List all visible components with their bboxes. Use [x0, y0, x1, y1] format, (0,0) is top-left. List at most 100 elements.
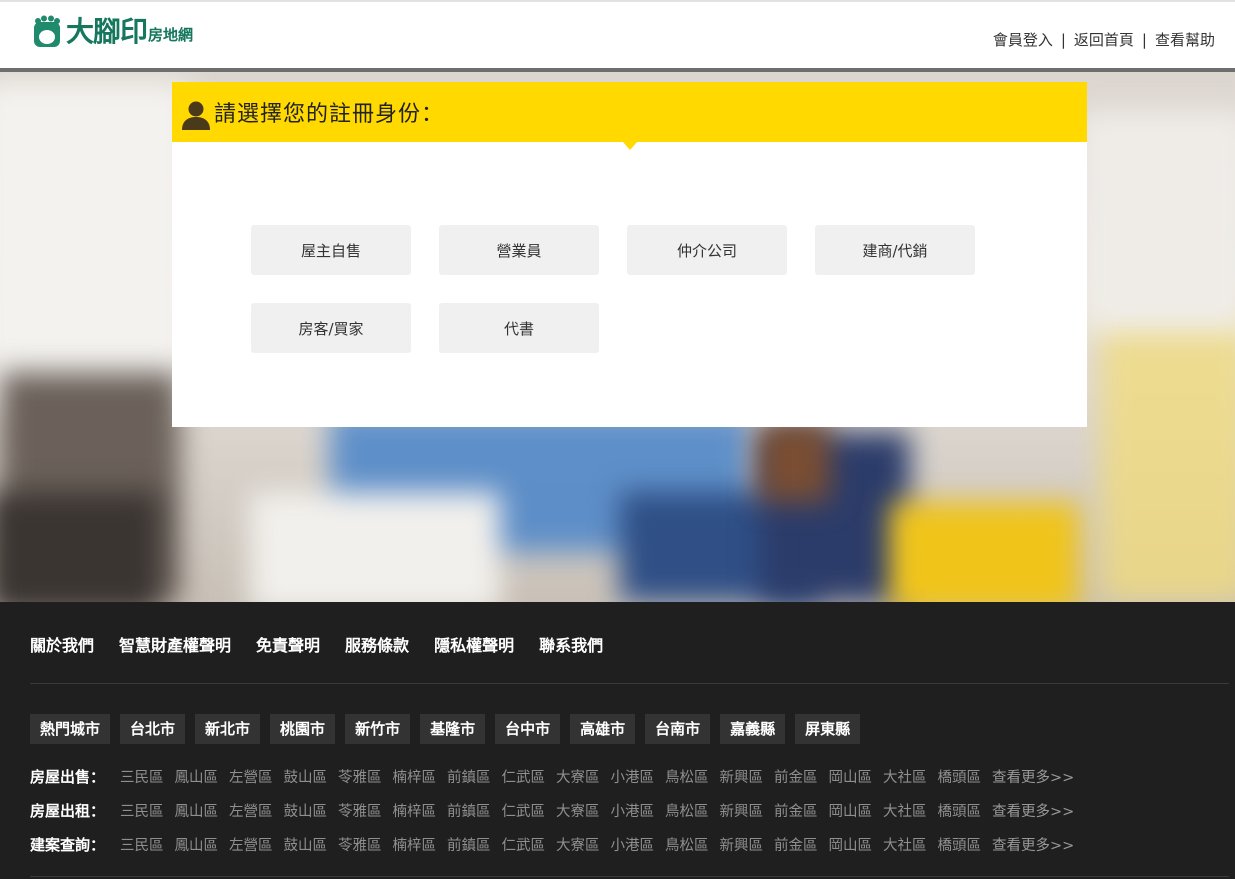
district-link[interactable]: 前鎮區 [447, 766, 491, 787]
district-link[interactable]: 前鎮區 [447, 800, 491, 821]
help-link[interactable]: 查看幫助 [1155, 29, 1215, 50]
footer-link-about[interactable]: 關於我們 [30, 632, 94, 656]
home-link[interactable]: 返回首頁 [1074, 29, 1134, 50]
district-link[interactable]: 橋頭區 [938, 800, 982, 821]
district-link[interactable]: 岡山區 [829, 834, 873, 855]
district-link[interactable]: 鳥松區 [665, 800, 709, 821]
district-link[interactable]: 橋頭區 [938, 834, 982, 855]
city-tag[interactable]: 台北市 [120, 714, 186, 744]
district-link[interactable]: 小港區 [611, 766, 655, 787]
see-more-link[interactable]: 查看更多>> [992, 834, 1074, 855]
city-tag[interactable]: 桃園市 [270, 714, 336, 744]
district-link[interactable]: 仁武區 [502, 766, 546, 787]
background-photo-shape [760, 422, 830, 502]
district-link[interactable]: 鳳山區 [175, 766, 219, 787]
district-link[interactable]: 大社區 [883, 834, 927, 855]
district-link[interactable]: 鼓山區 [284, 766, 328, 787]
district-link[interactable]: 前金區 [774, 800, 818, 821]
city-tag[interactable]: 新竹市 [345, 714, 411, 744]
role-tenant-buyer-button[interactable]: 房客/買家 [251, 303, 411, 353]
background-photo-shape [1080, 112, 1235, 332]
user-icon [182, 101, 210, 130]
role-owner-button[interactable]: 屋主自售 [251, 225, 411, 275]
role-scrivener-button[interactable]: 代書 [439, 303, 599, 353]
background-photo-shape [890, 502, 1080, 602]
district-row-label: 建案查詢： [30, 836, 106, 854]
nav-separator: | [1141, 30, 1147, 49]
city-tag[interactable]: 基隆市 [420, 714, 486, 744]
city-tag[interactable]: 台中市 [495, 714, 561, 744]
site-footer: 關於我們 智慧財產權聲明 免責聲明 服務條款 隱私權聲明 聯系我們 熱門城市 台… [0, 602, 1235, 879]
footer-link-ip[interactable]: 智慧財產權聲明 [119, 632, 231, 656]
district-link[interactable]: 鳥松區 [665, 834, 709, 855]
site-logo[interactable]: 大腳印 房地網 [30, 13, 193, 49]
see-more-link[interactable]: 查看更多>> [992, 800, 1074, 821]
login-link[interactable]: 會員登入 [993, 29, 1053, 50]
district-link[interactable]: 苓雅區 [338, 800, 382, 821]
footprint-logo-icon [34, 15, 60, 47]
role-agent-button[interactable]: 營業員 [439, 225, 599, 275]
footer-links: 關於我們 智慧財產權聲明 免責聲明 服務條款 隱私權聲明 聯系我們 [30, 632, 603, 656]
district-link[interactable]: 鳳山區 [175, 834, 219, 855]
district-link[interactable]: 小港區 [611, 834, 655, 855]
district-link[interactable]: 左營區 [229, 834, 273, 855]
top-nav: 會員登入 | 返回首頁 | 查看幫助 [993, 29, 1215, 50]
role-options: 屋主自售 營業員 仲介公司 建商/代銷 房客/買家 代書 [251, 225, 991, 353]
role-developer-button[interactable]: 建商/代銷 [815, 225, 975, 275]
registration-header: 請選擇您的註冊身份： [172, 82, 1087, 150]
city-tag[interactable]: 高雄市 [570, 714, 636, 744]
district-link[interactable]: 苓雅區 [338, 766, 382, 787]
district-link[interactable]: 新興區 [720, 766, 764, 787]
footer-link-terms[interactable]: 服務條款 [345, 632, 409, 656]
city-tag[interactable]: 嘉義縣 [720, 714, 786, 744]
district-link[interactable]: 大社區 [883, 766, 927, 787]
site-header: 大腳印 房地網 會員登入 | 返回首頁 | 查看幫助 [0, 0, 1235, 72]
district-link[interactable]: 大寮區 [556, 766, 600, 787]
district-row-label: 房屋出租： [30, 802, 106, 820]
district-link[interactable]: 鳥松區 [665, 766, 709, 787]
district-link[interactable]: 大寮區 [556, 834, 600, 855]
district-link[interactable]: 前金區 [774, 834, 818, 855]
district-link[interactable]: 鼓山區 [284, 834, 328, 855]
background-photo-shape [1100, 302, 1235, 602]
footer-divider [30, 876, 1229, 877]
district-link[interactable]: 橋頭區 [938, 766, 982, 787]
background-photo-shape [0, 82, 190, 412]
city-tag[interactable]: 新北市 [195, 714, 261, 744]
district-link[interactable]: 三民區 [120, 766, 164, 787]
district-link[interactable]: 三民區 [120, 834, 164, 855]
footer-link-contact[interactable]: 聯系我們 [539, 632, 603, 656]
footer-link-privacy[interactable]: 隱私權聲明 [434, 632, 514, 656]
background-photo-shape [250, 492, 500, 602]
district-link[interactable]: 三民區 [120, 800, 164, 821]
district-link[interactable]: 楠梓區 [393, 834, 437, 855]
district-link[interactable]: 小港區 [611, 800, 655, 821]
district-link[interactable]: 新興區 [720, 800, 764, 821]
district-row-label: 房屋出售： [30, 768, 106, 786]
district-link[interactable]: 鳳山區 [175, 800, 219, 821]
district-link[interactable]: 岡山區 [829, 766, 873, 787]
district-link[interactable]: 大社區 [883, 800, 927, 821]
city-tag[interactable]: 台南市 [645, 714, 711, 744]
district-link[interactable]: 岡山區 [829, 800, 873, 821]
district-link[interactable]: 仁武區 [502, 800, 546, 821]
district-link[interactable]: 苓雅區 [338, 834, 382, 855]
city-tag[interactable]: 屏東縣 [795, 714, 861, 744]
district-link[interactable]: 左營區 [229, 800, 273, 821]
registration-title: 請選擇您的註冊身份： [214, 102, 445, 127]
city-tag-hot[interactable]: 熱門城市 [30, 714, 111, 744]
district-link[interactable]: 大寮區 [556, 800, 600, 821]
role-agency-button[interactable]: 仲介公司 [627, 225, 787, 275]
district-link[interactable]: 仁武區 [502, 834, 546, 855]
footer-link-disclaimer[interactable]: 免責聲明 [256, 632, 320, 656]
district-link[interactable]: 前鎮區 [447, 834, 491, 855]
see-more-link[interactable]: 查看更多>> [992, 766, 1074, 787]
district-link[interactable]: 楠梓區 [393, 766, 437, 787]
district-link[interactable]: 楠梓區 [393, 800, 437, 821]
district-link[interactable]: 左營區 [229, 766, 273, 787]
district-link[interactable]: 前金區 [774, 766, 818, 787]
district-link[interactable]: 新興區 [720, 834, 764, 855]
footer-divider [30, 683, 1229, 684]
city-tags: 熱門城市 台北市 新北市 桃園市 新竹市 基隆市 台中市 高雄市 台南市 嘉義縣… [30, 714, 861, 744]
district-link[interactable]: 鼓山區 [284, 800, 328, 821]
